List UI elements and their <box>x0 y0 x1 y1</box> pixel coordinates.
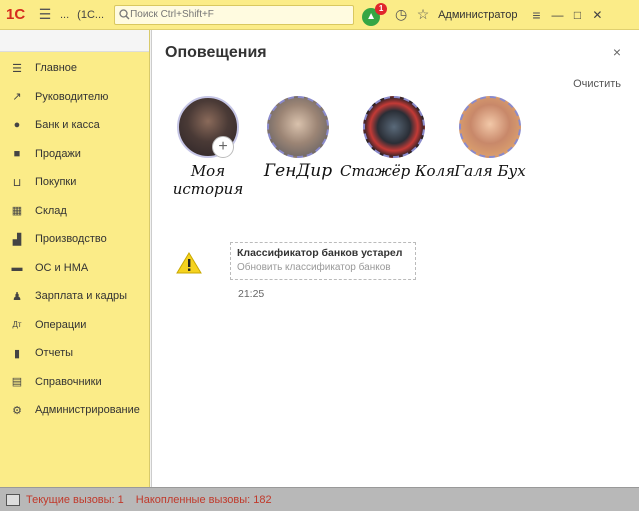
story-intern[interactable]: Стажёр Коля <box>340 96 455 180</box>
clear-button[interactable]: Очистить <box>573 78 621 90</box>
sidebar-item-label: ОС и НМА <box>35 261 89 274</box>
story-name: ГенДир <box>263 161 333 181</box>
close-window-button[interactable]: ✕ <box>587 8 607 22</box>
search-box[interactable] <box>114 4 355 25</box>
story-name-line2: история <box>172 180 244 198</box>
sidebar-item-purchases[interactable]: ⊔ Покупки <box>0 168 149 197</box>
avatar <box>459 96 521 158</box>
sidebar-item-assets[interactable]: ▬ ОС и НМА <box>0 254 149 283</box>
hamburger-icon[interactable]: ☰ <box>34 4 56 26</box>
status-bar: Текущие вызовы: 1 Накопленные вызовы: 18… <box>0 487 639 511</box>
warning-icon <box>176 252 202 274</box>
story-name: Галя Бух <box>454 162 526 180</box>
chart-icon: ▮ <box>13 347 21 360</box>
story-name: Моя <box>190 162 226 180</box>
person-icon: ♟ <box>12 290 22 303</box>
notification-card[interactable]: Классификатор банков устарел Обновить кл… <box>230 242 416 280</box>
story-my[interactable]: + Моя история <box>168 96 248 198</box>
trend-icon: ↗ <box>12 91 22 104</box>
settings-menu-icon[interactable]: ≡ <box>525 4 547 26</box>
sidebar-item-manager[interactable]: ↗ Руководителю <box>0 83 149 112</box>
monitor-icon <box>6 493 20 506</box>
sidebar-item-warehouse[interactable]: ▦ Склад <box>0 197 149 226</box>
notification-title: Классификатор банков устарел <box>237 247 403 259</box>
operations-icon: Дт <box>12 320 22 330</box>
search-icon <box>119 9 130 20</box>
avatar <box>267 96 329 158</box>
notifications-panel: Оповещения × Очистить + Моя история ГенД… <box>151 30 639 487</box>
user-name[interactable]: Администратор <box>438 9 517 21</box>
minimize-button[interactable]: — <box>547 8 567 22</box>
sidebar-item-label: Склад <box>35 204 67 217</box>
sidebar-item-label: Зарплата и кадры <box>35 290 128 303</box>
truck-icon: ▬ <box>11 261 23 274</box>
sidebar-item-label: Производство <box>35 233 107 246</box>
factory-icon: ▟ <box>12 233 22 246</box>
ellipsis-label[interactable]: ... <box>60 9 69 21</box>
sidebar-item-production[interactable]: ▟ Производство <box>0 225 149 254</box>
cart-icon: ⊔ <box>12 176 22 189</box>
notification-time: 21:25 <box>238 288 265 300</box>
avatar <box>363 96 425 158</box>
menu-icon: ☰ <box>12 62 22 75</box>
current-calls[interactable]: Текущие вызовы: 1 <box>26 494 124 506</box>
sidebar-item-salary[interactable]: ♟ Зарплата и кадры <box>0 282 149 311</box>
sidebar-item-label: Банк и касса <box>35 119 100 132</box>
add-story-icon[interactable]: + <box>212 136 234 158</box>
sidebar-item-label: Покупки <box>35 176 77 189</box>
sidebar-item-operations[interactable]: Дт Операции <box>0 311 149 340</box>
stories-row: + Моя история ГенДир Стажёр Коля Галя Бу… <box>168 96 548 206</box>
gear-icon: ⚙ <box>12 404 22 417</box>
sidebar-item-catalogs[interactable]: ▤ Справочники <box>0 368 149 397</box>
sidebar-item-sales[interactable]: ■ Продажи <box>0 140 149 169</box>
sidebar-item-reports[interactable]: ▮ Отчеты <box>0 339 149 368</box>
star-icon[interactable]: ☆ <box>412 4 434 26</box>
sidebar-item-label: Операции <box>35 318 87 331</box>
book-icon: ▤ <box>11 376 23 389</box>
sidebar-item-admin[interactable]: ⚙ Администрирование <box>0 396 149 425</box>
sidebar-item-main[interactable]: ☰ Главное <box>0 54 149 83</box>
accumulated-calls[interactable]: Накопленные вызовы: 182 <box>136 494 272 506</box>
sidebar-item-label: Справочники <box>35 375 102 388</box>
warehouse-icon: ▦ <box>11 205 23 218</box>
sidebar-item-label: Руководителю <box>35 90 109 103</box>
notification-count-badge: 1 <box>375 2 388 15</box>
history-icon[interactable]: ◷ <box>390 4 412 26</box>
close-panel-button[interactable]: × <box>613 44 621 60</box>
maximize-button[interactable]: □ <box>567 8 587 22</box>
sidebar-item-bank[interactable]: ● Банк и касса <box>0 111 149 140</box>
story-gendir[interactable]: ГенДир <box>258 96 338 180</box>
app-logo[interactable]: 1С <box>6 6 34 24</box>
top-bar: 1С ☰ ... (1С... ▲ 1 ◷ ☆ Администратор ≡ … <box>0 0 639 30</box>
bank-icon: ● <box>13 119 21 132</box>
sidebar-item-label: Продажи <box>35 147 81 160</box>
sidebar-item-label: Администрирование <box>35 404 140 417</box>
window-title: (1С... <box>77 8 105 21</box>
notifications-button[interactable]: ▲ 1 <box>362 2 388 26</box>
bag-icon: ■ <box>13 147 21 160</box>
sidebar-item-label: Главное <box>35 62 78 75</box>
sidebar-item-label: Отчеты <box>35 347 74 360</box>
story-galya[interactable]: Галя Бух <box>450 96 530 180</box>
sidebar: ☰ Главное ↗ Руководителю ● Банк и касса ■ Пр… <box>0 30 150 487</box>
story-name: Стажёр Коля <box>340 162 456 180</box>
sidebar-header <box>0 30 149 52</box>
search-input[interactable] <box>130 9 351 20</box>
panel-title: Оповещения <box>165 44 267 61</box>
notification-link[interactable]: Обновить классификатор банков <box>237 262 409 273</box>
